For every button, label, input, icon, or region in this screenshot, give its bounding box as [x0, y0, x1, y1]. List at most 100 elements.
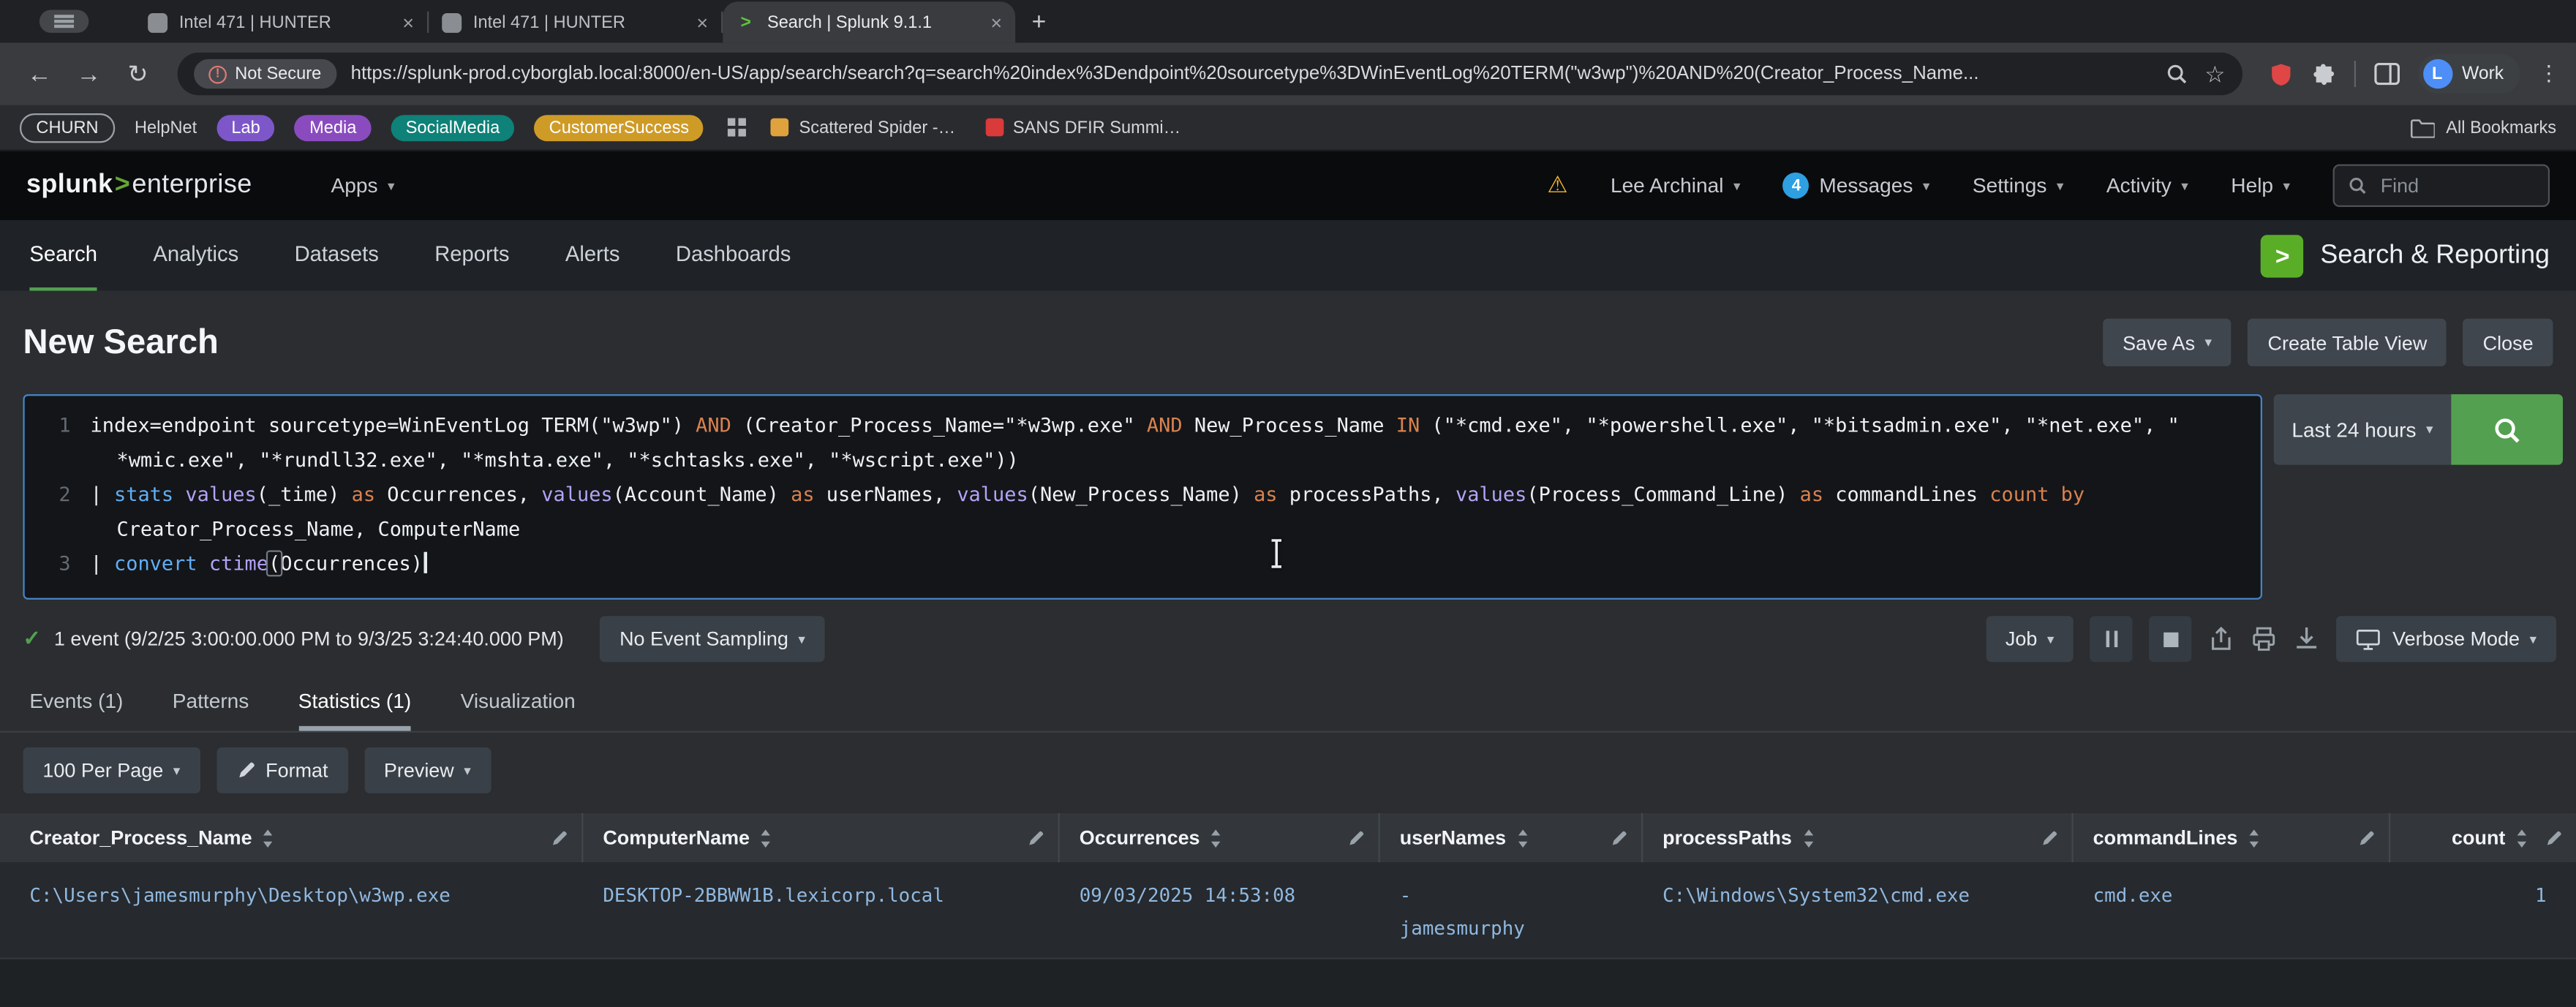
results-tab-events-1[interactable]: Events (1) [29, 676, 123, 731]
bookmark-item[interactable]: Scattered Spider -… [771, 118, 955, 137]
back-button[interactable] [16, 60, 62, 88]
job-menu-button[interactable]: Job [1986, 616, 2074, 662]
edit-column-icon[interactable] [2357, 829, 2376, 847]
stop-button[interactable] [2150, 616, 2192, 662]
warning-icon[interactable] [1547, 171, 1567, 200]
url-bar[interactable]: Not Secure https://splunk-prod.cyborglab… [178, 53, 2242, 95]
sort-icon[interactable] [262, 829, 275, 847]
edit-column-icon[interactable] [1347, 829, 1366, 847]
search-query-editor[interactable]: 1index=endpoint sourcetype=WinEventLog T… [23, 394, 2262, 600]
column-header-computername[interactable]: ComputerName [583, 813, 1059, 862]
share-icon[interactable] [2209, 626, 2235, 652]
cell-computer-name[interactable]: DESKTOP-2BBWW1B.lexicorp.local [583, 862, 1059, 957]
sort-icon[interactable] [2248, 829, 2261, 847]
app-nav-item-alerts[interactable]: Alerts [565, 220, 620, 293]
cell-user-names[interactable]: - jamesmurphy [1380, 862, 1643, 957]
tab-close-icon[interactable] [696, 12, 708, 32]
column-label: processPaths [1662, 826, 1792, 849]
zoom-icon[interactable] [2165, 62, 2188, 85]
cell-process-paths[interactable]: C:\Windows\System32\cmd.exe [1643, 862, 2073, 957]
user-name-value[interactable]: - [1400, 879, 1630, 912]
table-row[interactable]: C:\Users\jamesmurphy\Desktop\w3wp.exe DE… [0, 862, 2576, 959]
reload-button[interactable] [115, 59, 161, 88]
edit-column-icon[interactable] [2041, 829, 2059, 847]
edit-column-icon[interactable] [2545, 829, 2563, 847]
app-nav-item-datasets[interactable]: Datasets [295, 220, 379, 293]
find-search-box[interactable] [2333, 165, 2550, 207]
apps-menu[interactable]: Apps [331, 174, 395, 197]
security-chip[interactable]: Not Secure [194, 59, 336, 88]
bookmark-item[interactable]: Lab [216, 114, 275, 140]
sort-icon[interactable] [1516, 829, 1529, 847]
bookmark-star-icon[interactable] [2204, 60, 2225, 88]
sort-icon[interactable] [1210, 829, 1223, 847]
user-menu[interactable]: Lee Archinal [1611, 174, 1741, 197]
sort-icon[interactable] [2515, 829, 2528, 847]
new-tab-button[interactable] [1032, 8, 1047, 36]
bookmark-item[interactable]: CHURN [20, 113, 115, 142]
user-name-value[interactable]: jamesmurphy [1400, 912, 1630, 945]
column-header-processpaths[interactable]: processPaths [1643, 813, 2073, 862]
edit-column-icon[interactable] [1027, 829, 1045, 847]
results-tab-patterns[interactable]: Patterns [173, 676, 249, 731]
search-mode-button[interactable]: Verbose Mode [2337, 616, 2556, 662]
close-button[interactable]: Close [2463, 319, 2553, 366]
event-sampling-button[interactable]: No Event Sampling [600, 616, 825, 662]
cell-count[interactable]: 1 [2390, 862, 2576, 957]
bookmark-item[interactable]: SocialMedia [391, 114, 515, 140]
edit-column-icon[interactable] [550, 829, 568, 847]
sort-icon[interactable] [760, 829, 773, 847]
browser-tab-intel471-2[interactable]: Intel 471 | HUNTER [429, 1, 721, 42]
export-icon[interactable] [2294, 626, 2320, 652]
profile-chip[interactable]: L Work [2417, 54, 2520, 94]
browser-tab-intel471-1[interactable]: Intel 471 | HUNTER [135, 1, 427, 42]
find-input[interactable] [2377, 173, 2531, 199]
messages-menu[interactable]: 4 Messages [1783, 173, 1930, 199]
column-header-commandlines[interactable]: commandLines [2074, 813, 2391, 862]
sort-icon[interactable] [1801, 829, 1815, 847]
column-header-usernames[interactable]: userNames [1380, 813, 1643, 862]
pause-button[interactable] [2090, 616, 2133, 662]
bookmark-item[interactable]: SANS DFIR Summi… [985, 118, 1181, 137]
all-bookmarks[interactable]: All Bookmarks [2410, 118, 2556, 137]
column-header-occurrences[interactable]: Occurrences [1060, 813, 1380, 862]
forward-button[interactable] [66, 60, 112, 88]
adblock-extension-icon[interactable] [2268, 61, 2293, 86]
app-nav-item-reports[interactable]: Reports [434, 220, 509, 293]
time-range-picker[interactable]: Last 24 hours [2274, 394, 2452, 465]
app-nav-item-search[interactable]: Search [29, 220, 97, 293]
cell-occurrences[interactable]: 09/03/2025 14:53:08 [1060, 862, 1380, 957]
bookmark-item[interactable]: CustomerSuccess [534, 114, 704, 140]
search-submit-button[interactable] [2451, 394, 2563, 465]
per-page-button[interactable]: 100 Per Page [23, 747, 200, 793]
tab-close-icon[interactable] [402, 12, 414, 32]
app-identity[interactable]: > Search & Reporting [2261, 220, 2576, 293]
edit-column-icon[interactable] [1610, 829, 1628, 847]
create-table-view-button[interactable]: Create Table View [2248, 319, 2447, 366]
format-button[interactable]: Format [216, 747, 348, 793]
tab-search-button[interactable] [39, 10, 88, 32]
bookmark-item[interactable]: HelpNet [135, 118, 197, 137]
activity-menu[interactable]: Activity [2106, 174, 2188, 197]
browser-tab-splunk[interactable]: Search | Splunk 9.1.1 [723, 1, 1015, 42]
save-as-button[interactable]: Save As [2103, 319, 2232, 366]
app-nav-item-dashboards[interactable]: Dashboards [676, 220, 791, 293]
browser-menu-icon[interactable] [2538, 61, 2559, 87]
cell-command-lines[interactable]: cmd.exe [2074, 862, 2391, 957]
extensions-puzzle-icon[interactable] [2311, 61, 2335, 86]
splunk-logo[interactable]: splunk>enterprise [26, 171, 252, 200]
apps-grid-icon[interactable] [727, 116, 748, 137]
preview-button[interactable]: Preview [364, 747, 491, 793]
settings-menu[interactable]: Settings [1973, 174, 2064, 197]
column-header-count[interactable]: count [2390, 813, 2576, 862]
column-header-creator-process-name[interactable]: Creator_Process_Name [0, 813, 583, 862]
app-nav-item-analytics[interactable]: Analytics [153, 220, 238, 293]
side-panel-icon[interactable] [2373, 62, 2400, 85]
results-tab-visualization[interactable]: Visualization [461, 676, 576, 731]
help-menu[interactable]: Help [2231, 174, 2290, 197]
cell-creator-process-name[interactable]: C:\Users\jamesmurphy\Desktop\w3wp.exe [0, 862, 583, 957]
bookmark-item[interactable]: Media [295, 114, 372, 140]
print-icon[interactable] [2251, 626, 2278, 652]
results-tab-statistics-1[interactable]: Statistics (1) [298, 676, 411, 731]
tab-close-icon[interactable] [990, 12, 1002, 32]
